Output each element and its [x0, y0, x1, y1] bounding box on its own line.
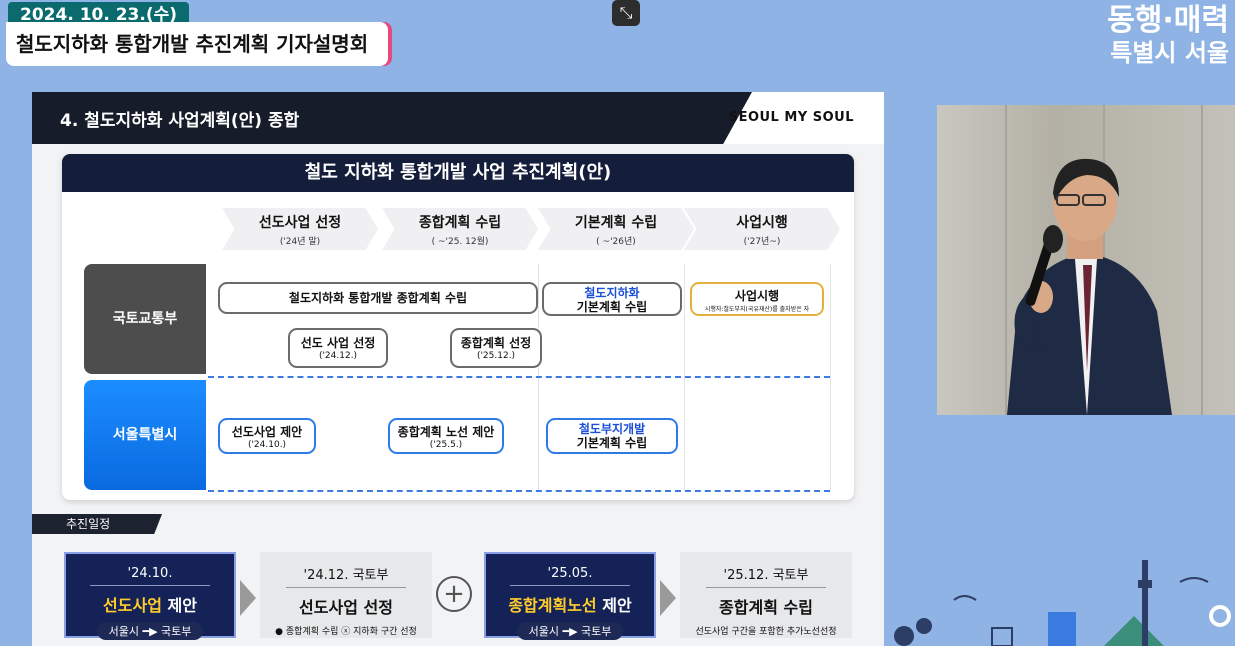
- box-text: 선도 사업 선정: [300, 336, 376, 350]
- box-text-line2: 기본계획 수립: [576, 436, 648, 450]
- schedule-note: ● 종합계획 수립 ⓧ 지하화 구간 선정: [275, 627, 417, 637]
- logo-line-2: 특별시 서울: [1110, 39, 1229, 67]
- schedule-route: 서울시 ━▶ 국토부: [96, 622, 204, 640]
- presentation-slide: 4. 철도지하화 사업계획(안) 종합 SEOUL MY SOUL 철도 지하화…: [32, 92, 884, 646]
- schedule-main: 선도사업 제안: [103, 596, 197, 615]
- schedule-note: 선도사업 구간을 포함한 추가노선선정: [695, 627, 837, 637]
- box-subtext: 시행자:철도부지(국유재산)를 출자받은 자: [704, 306, 810, 313]
- schedule-card-1: '24.10. 선도사업 제안 서울시 ━▶ 국토부: [64, 552, 236, 640]
- schedule-main: 종합계획 수립: [719, 598, 813, 617]
- arrow-right-icon: [660, 580, 676, 616]
- site-development-box: 철도부지개발 기본계획 수립: [546, 418, 678, 454]
- schedule-date: '24.10.: [127, 566, 173, 581]
- speaker-figure: [1007, 158, 1172, 415]
- box-text-line1: 철도지하화: [584, 286, 640, 300]
- box-subtext: ('24.10.): [247, 440, 287, 450]
- execution-box: 사업시행 시행자:철도부지(국유재산)를 출자받은 자: [690, 282, 824, 316]
- seoul-my-soul-logo: SEOUL MY SOUL: [728, 110, 854, 125]
- logo-line-1: 동행·매력: [1107, 3, 1229, 38]
- plan-panel: 철도 지하화 통합개발 사업 추진계획(안) 선도사업 선정 ('24년 말) …: [62, 154, 854, 500]
- schedule-card-3: '25.05. 종합계획노선 제안 서울시 ━▶ 국토부: [484, 552, 656, 640]
- comprehensive-plan-box: 철도지하화 통합개발 종합계획 수립: [218, 282, 538, 314]
- slide-header: 4. 철도지하화 사업계획(안) 종합 SEOUL MY SOUL: [32, 92, 884, 144]
- dashed-separator: [208, 376, 830, 378]
- schedule-main: 종합계획노선 제안: [508, 596, 632, 615]
- row-label-ministry: 국토교통부: [84, 264, 206, 374]
- box-text: 선도사업 제안: [231, 425, 303, 439]
- row-label-seoul: 서울특별시: [84, 380, 206, 490]
- box-text: 종합계획 선정: [460, 336, 532, 350]
- comprehensive-selection-box: 종합계획 선정 ('25.12.): [450, 328, 542, 368]
- phase-4: 사업시행 ('27년~): [684, 208, 840, 250]
- speaker-video: [937, 105, 1235, 415]
- phase-label: 선도사업 선정: [258, 215, 342, 231]
- phase-label: 기본계획 수립: [574, 215, 658, 231]
- shrink-icon: ⤡: [619, 3, 633, 22]
- phase-sub: ('24년 말): [279, 237, 321, 247]
- schedule-card-2: '24.12. 국토부 선도사업 선정 ● 종합계획 수립 ⓧ 지하화 구간 선…: [260, 552, 432, 638]
- plus-icon: +: [436, 576, 472, 612]
- lead-project-selection-box: 선도 사업 선정 ('24.12.): [288, 328, 388, 368]
- seoul-slogan-logo: 동행·매력 특별시 서울: [1059, 4, 1229, 74]
- shrink-button[interactable]: ⤡: [612, 0, 640, 26]
- schedule-main: 선도사업 선정: [299, 598, 393, 617]
- lead-project-proposal-box: 선도사업 제안 ('24.10.): [218, 418, 316, 454]
- box-text: 종합계획 노선 제안: [397, 425, 495, 439]
- phase-label: 종합계획 수립: [418, 215, 502, 231]
- slide-section-title: 4. 철도지하화 사업계획(안) 종합: [60, 111, 300, 131]
- broadcast-caption: 철도지하화 통합개발 추진계획 기자설명회: [6, 22, 388, 66]
- divider: [830, 264, 831, 490]
- phase-3: 기본계획 수립 ( ~'26년): [538, 208, 694, 250]
- phase-1: 선도사업 선정 ('24년 말): [222, 208, 378, 250]
- panel-title: 철도 지하화 통합개발 사업 추진계획(안): [62, 154, 854, 192]
- box-text: 철도지하화 통합개발 종합계획 수립: [288, 291, 468, 305]
- phase-sub: ('27년~): [743, 237, 781, 247]
- phase-label: 사업시행: [736, 215, 788, 231]
- box-text-line1: 철도부지개발: [578, 422, 646, 436]
- schedule-date: '25.05.: [547, 566, 593, 581]
- dashed-separator: [208, 490, 830, 492]
- schedule-card-4: '25.12. 국토부 종합계획 수립 선도사업 구간을 포함한 추가노선선정: [680, 552, 852, 638]
- box-subtext: ('25.5.): [429, 440, 463, 450]
- box-text: 사업시행: [734, 289, 780, 303]
- schedule-route: 서울시 ━▶ 국토부: [516, 622, 624, 640]
- phase-sub: ( ~'26년): [596, 237, 636, 247]
- schedule-date: '24.12. 국토부: [303, 568, 389, 583]
- phase-2: 종합계획 수립 ( ~'25. 12월): [382, 208, 538, 250]
- box-subtext: ('24.12.): [318, 351, 358, 361]
- box-subtext: ('25.12.): [476, 351, 516, 361]
- schedule-date: '25.12. 국토부: [723, 568, 809, 583]
- skyline-decoration: [894, 560, 1231, 646]
- phase-sub: ( ~'25. 12월): [431, 237, 489, 247]
- schedule-tag: 추진일정: [32, 514, 162, 534]
- basic-plan-box: 철도지하화 기본계획 수립: [542, 282, 682, 316]
- route-proposal-box: 종합계획 노선 제안 ('25.5.): [388, 418, 504, 454]
- arrow-right-icon: [240, 580, 256, 616]
- box-text-line2: 기본계획 수립: [576, 300, 648, 314]
